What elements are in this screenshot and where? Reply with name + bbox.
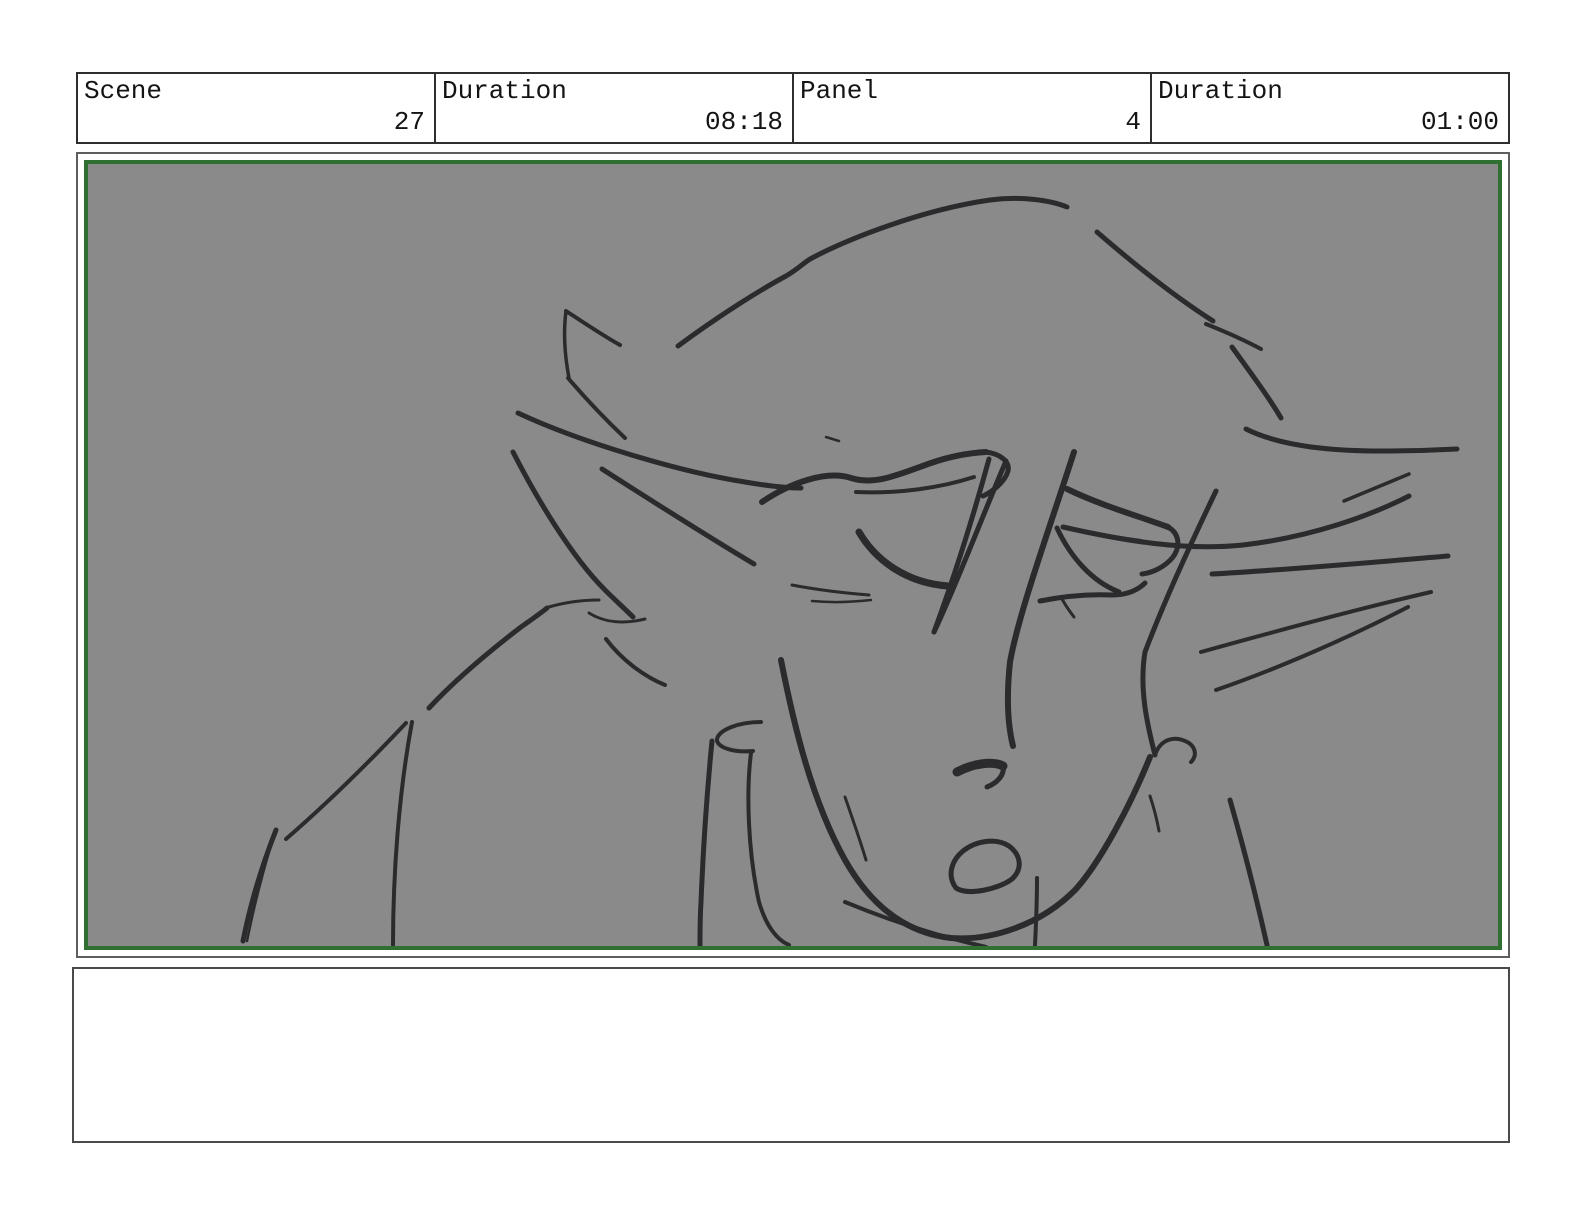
header-cell-scene: Scene 27 <box>78 74 436 142</box>
header-table: Scene 27 Duration 08:18 Panel 4 Duration… <box>76 72 1510 144</box>
panel-frame <box>84 160 1502 950</box>
panel-duration-value: 01:00 <box>1420 107 1499 137</box>
panel-value: 4 <box>1125 107 1141 137</box>
scene-duration-value: 08:18 <box>704 107 783 137</box>
panel-label: Panel <box>800 76 879 106</box>
storyboard-panel <box>76 152 1510 958</box>
header-cell-scene-duration: Duration 08:18 <box>436 74 794 142</box>
notes-box <box>72 967 1510 1143</box>
scene-duration-label: Duration <box>442 76 567 106</box>
header-cell-panel-duration: Duration 01:00 <box>1152 74 1508 142</box>
panel-duration-label: Duration <box>1158 76 1283 106</box>
header-cell-panel: Panel 4 <box>794 74 1152 142</box>
scene-label: Scene <box>84 76 163 106</box>
sketch-svg <box>240 195 1460 946</box>
scene-value: 27 <box>393 107 425 137</box>
panel-canvas <box>88 164 1498 946</box>
